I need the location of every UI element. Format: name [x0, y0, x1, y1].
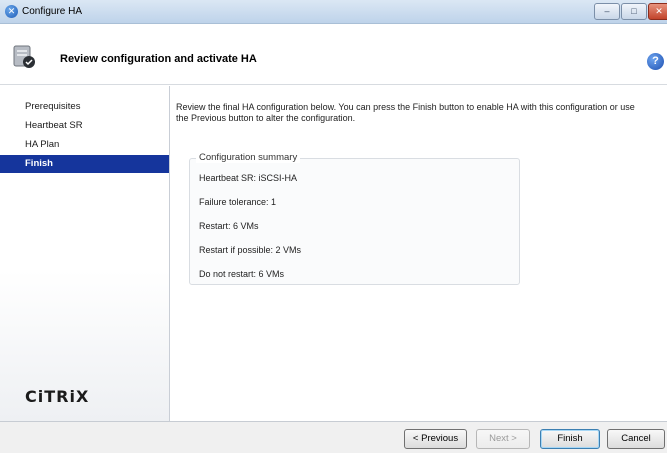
ha-server-icon: [13, 45, 35, 68]
next-button[interactable]: Next >: [476, 429, 530, 449]
main-content: Review the final HA configuration below.…: [171, 86, 667, 421]
wizard-header: Review configuration and activate HA ?: [0, 25, 667, 85]
close-button[interactable]: ✕: [648, 3, 667, 20]
window-title: Configure HA: [22, 6, 83, 17]
summary-do-not-restart: Do not restart: 6 VMs: [199, 269, 285, 279]
wizard-footer: < Previous Next > Finish Cancel: [0, 421, 667, 453]
wizard-sidebar: Prerequisites Heartbeat SR HA Plan Finis…: [0, 86, 170, 421]
summary-heartbeat-sr: Heartbeat SR: iSCSI-HA: [199, 173, 298, 183]
previous-button[interactable]: < Previous: [404, 429, 467, 449]
intro-text: Review the final HA configuration below.…: [176, 102, 635, 123]
sidebar-item-heartbeat-sr[interactable]: Heartbeat SR: [0, 117, 169, 135]
help-icon[interactable]: ?: [647, 53, 664, 70]
summary-failure-tolerance: Failure tolerance: 1: [199, 197, 277, 207]
finish-button[interactable]: Finish: [540, 429, 600, 449]
title-bar[interactable]: ✕ Configure HA – □ ✕: [0, 0, 667, 24]
citrix-logo: CiTRiX: [25, 387, 90, 406]
sidebar-item-ha-plan[interactable]: HA Plan: [0, 136, 169, 154]
summary-restart-if-possible: Restart if possible: 2 VMs: [199, 245, 302, 255]
minimize-button[interactable]: –: [594, 3, 620, 20]
sidebar-item-prerequisites[interactable]: Prerequisites: [0, 98, 169, 116]
maximize-button[interactable]: □: [621, 3, 647, 20]
xencenter-icon: ✕: [5, 5, 18, 18]
sidebar-item-finish[interactable]: Finish: [0, 155, 169, 173]
configuration-summary-box: Configuration summary Heartbeat SR: iSCS…: [189, 152, 520, 285]
page-title: Review configuration and activate HA: [60, 53, 257, 65]
summary-restart: Restart: 6 VMs: [199, 221, 259, 231]
summary-title: Configuration summary: [196, 152, 301, 163]
cancel-button[interactable]: Cancel: [607, 429, 665, 449]
